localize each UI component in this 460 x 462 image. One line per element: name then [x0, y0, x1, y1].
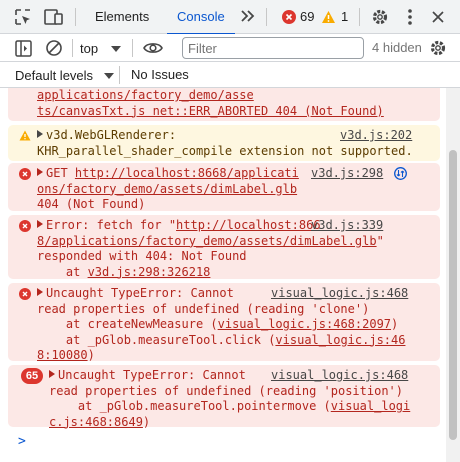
stack-link[interactable]: visual_logic.js:46 [275, 333, 405, 347]
console-message-warning: v3d.WebGLRenderer: v3d.js:202 KHR_paralle… [8, 125, 440, 161]
expand-triangle-icon[interactable] [37, 168, 43, 176]
toolbar-separator [72, 39, 73, 57]
message-text[interactable]: applications/factory_demo/asse [37, 88, 254, 102]
url-link[interactable]: 8/applications/factory_demo/assets/dimLa… [37, 234, 377, 248]
stack-text: at [37, 264, 88, 279]
console-prompt[interactable]: > [18, 434, 26, 449]
log-levels-dropdown[interactable]: Default levels [15, 62, 114, 88]
tab-console[interactable]: Console [167, 0, 235, 35]
more-vert-icon[interactable] [400, 7, 420, 27]
filter-input[interactable] [182, 37, 364, 59]
message-text: " [376, 233, 384, 248]
message-text: responded with 404: Not Found [37, 249, 247, 263]
console-message-error: 65 Uncaught TypeError: Cannot visual_logi… [8, 365, 440, 429]
expand-triangle-icon[interactable] [37, 220, 43, 228]
eye-icon[interactable] [143, 38, 163, 58]
device-toggle-icon[interactable] [44, 7, 64, 27]
source-link[interactable]: visual_logic.js:468 [271, 286, 408, 302]
hidden-count: 4 hidden [372, 40, 422, 55]
stack-text: at _pGlob.measureTool.pointermove ( [49, 399, 331, 413]
repeat-count-badge: 65 [21, 368, 43, 384]
message-text: Uncaught TypeError: Cannot [58, 368, 246, 382]
stack-text: at createNewMeasure ( [37, 317, 218, 331]
tabbar-separator-3 [359, 8, 360, 26]
message-text: v3d.WebGLRenderer: [46, 128, 177, 142]
message-text[interactable]: ts/canvasTxt.js net::ERR_ABORTED 404 (No… [37, 104, 384, 118]
tabbar-separator [75, 8, 76, 26]
expand-triangle-icon[interactable] [49, 370, 55, 378]
stack-text: ) [142, 414, 151, 429]
stack-link[interactable]: v3d.js:298:326218 [88, 265, 211, 279]
issues-button[interactable]: No Issues [131, 62, 189, 88]
source-link[interactable]: v3d.js:298 [311, 166, 383, 182]
settings-icon[interactable] [428, 38, 448, 58]
network-icon[interactable] [394, 167, 407, 185]
console-toolbar-levels: Default levels No Issues [0, 62, 460, 88]
toolbar-separator-2 [132, 39, 133, 57]
url-link[interactable]: http://localhost:866 [176, 218, 321, 232]
clear-console-icon[interactable] [44, 38, 64, 58]
url-link[interactable]: http://localhost:8668/applicati [75, 166, 299, 180]
inspect-icon[interactable] [13, 7, 33, 27]
warning-icon [19, 130, 31, 146]
stack-link[interactable]: c.js:468:8649 [49, 415, 143, 429]
console-messages: applications/factory_demo/asse ts/canvas… [0, 88, 446, 462]
chevron-down-icon [103, 62, 114, 88]
source-link[interactable]: visual_logic.js:468 [271, 368, 408, 384]
message-text: read properties of undefined (reading 'p… [49, 383, 404, 398]
message-text: KHR_parallel_shader_compile extension no… [37, 143, 413, 158]
warning-count[interactable]: 1 [341, 0, 348, 34]
console-message-error: GET http://localhost:8668/applicati v3d.j… [8, 163, 440, 211]
warning-icon[interactable] [320, 7, 336, 27]
close-icon[interactable] [428, 7, 448, 27]
stack-link[interactable]: visual_logic.js:468:2097 [218, 317, 391, 331]
stack-text: ) [87, 348, 95, 362]
expand-triangle-icon[interactable] [37, 288, 43, 296]
stack-text: at _pGlob.measureTool.click ( [37, 332, 276, 347]
console-message-error: applications/factory_demo/asse ts/canvas… [8, 88, 440, 121]
error-icon [19, 220, 31, 232]
message-text: GET [46, 166, 75, 180]
console-toolbar: top 4 hidden [0, 34, 460, 62]
url-link[interactable]: ons/factory_demo/assets/dimLabel.glb [37, 182, 297, 196]
console-message-error: Error: fetch for "http://localhost:866 v3… [8, 215, 440, 279]
error-icon[interactable] [281, 7, 297, 27]
source-link[interactable]: v3d.js:339 [311, 218, 383, 234]
stack-text: ) [391, 317, 399, 331]
message-text: 404 (Not Found) [37, 197, 146, 211]
log-levels-label: Default levels [15, 68, 94, 83]
devtools-tabbar: Elements Console 69 1 [0, 0, 460, 35]
message-text: Uncaught TypeError: Cannot [46, 286, 234, 300]
toolbar-separator-3 [119, 66, 120, 84]
message-text: Error: fetch for " [46, 218, 177, 232]
source-link[interactable]: v3d.js:202 [340, 128, 412, 144]
context-select[interactable]: top [80, 38, 121, 58]
console-message-error: Uncaught TypeError: Cannot visual_logic.j… [8, 283, 440, 362]
tab-elements[interactable]: Elements [93, 0, 151, 34]
tabbar-separator-2 [266, 8, 267, 26]
scrollbar-thumb[interactable] [449, 150, 457, 440]
stack-link[interactable]: visual_logi [331, 399, 410, 413]
context-value: top [80, 41, 99, 56]
sidebar-icon[interactable] [13, 38, 33, 58]
stack-link[interactable]: 8:10080 [37, 348, 88, 362]
chevron-down-icon [110, 38, 121, 58]
error-icon [19, 288, 31, 300]
error-count[interactable]: 69 [300, 0, 314, 34]
message-text: read properties of undefined (reading 'c… [37, 301, 370, 316]
error-icon [19, 168, 31, 180]
expand-triangle-icon[interactable] [37, 130, 43, 138]
more-tabs-icon[interactable] [238, 6, 258, 26]
settings-gear-icon[interactable] [370, 7, 390, 27]
